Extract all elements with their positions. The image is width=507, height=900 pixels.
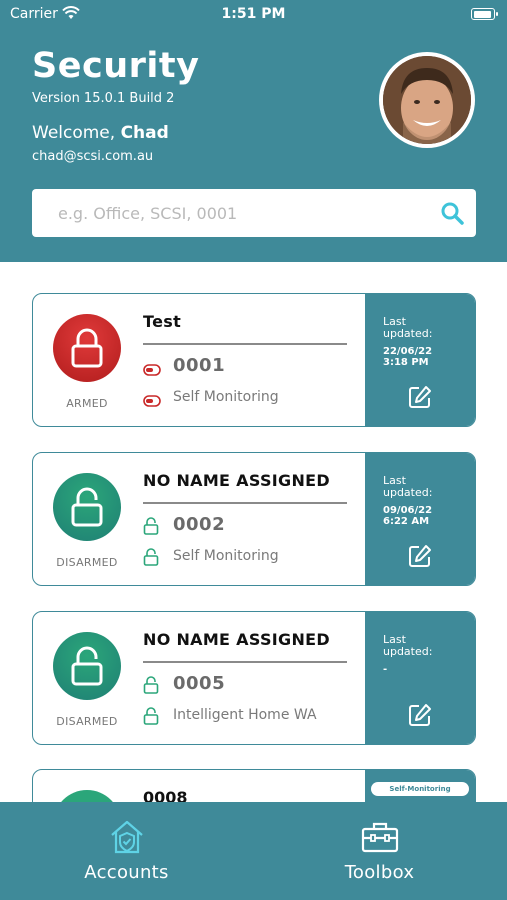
card-details: NO NAME ASSIGNED 0005 Intelligent Home W… <box>143 612 365 744</box>
card-update-panel: Last updated: 22/06/22 3:18 PM <box>365 294 475 426</box>
account-name: NO NAME ASSIGNED <box>143 471 330 490</box>
card-update-panel: Last updated: 09/06/22 6:22 AM <box>365 453 475 585</box>
monitoring-badge: Self-Monitoring <box>371 782 469 796</box>
last-updated-value: 22/06/22 3:18 PM <box>383 346 432 368</box>
monitoring-type: Self Monitoring <box>173 389 279 405</box>
state-label: ARMED <box>66 397 108 410</box>
last-updated-time: 3:18 PM <box>383 357 429 368</box>
battery-icon <box>471 8 498 20</box>
account-name: NO NAME ASSIGNED <box>143 630 330 649</box>
version-label: Version 15.0.1 Build 2 <box>32 91 175 106</box>
monitoring-type: Self Monitoring <box>173 548 279 564</box>
card-update-panel: Last updated: - <box>365 612 475 744</box>
toggle-off-icon <box>143 392 161 411</box>
account-number: 0001 <box>173 355 226 376</box>
small-unlocked-icon <box>143 707 159 729</box>
user-email: chad@scsi.com.au <box>32 149 154 164</box>
account-card[interactable]: DISARMED NO NAME ASSIGNED 0002 Self Moni… <box>32 452 476 586</box>
card-status: ARMED <box>33 294 143 426</box>
last-updated-date: - <box>383 664 388 675</box>
divider <box>143 661 347 663</box>
divider <box>143 343 347 345</box>
state-label: DISARMED <box>56 556 118 569</box>
monitoring-type: Intelligent Home WA <box>173 707 317 723</box>
last-updated-value: 09/06/22 6:22 AM <box>383 505 432 527</box>
tab-label: Accounts <box>84 862 169 883</box>
status-bar: Carrier 1:51 PM <box>0 0 507 30</box>
tab-bar: Accounts Toolbox <box>0 802 507 900</box>
last-updated-date: 09/06/22 <box>383 505 433 516</box>
card-details: Test 0001 Self Monitoring <box>143 294 365 426</box>
account-number: 0002 <box>173 514 226 535</box>
divider <box>143 502 347 504</box>
last-updated-label: Last updated: <box>383 315 433 340</box>
search-icon[interactable] <box>440 201 464 225</box>
last-updated-label: Last updated: <box>383 633 433 658</box>
welcome-prefix: Welcome, <box>32 123 116 143</box>
disarmed-status-circle <box>53 632 121 700</box>
state-label: DISARMED <box>56 715 118 728</box>
last-updated-time: 6:22 AM <box>383 516 430 527</box>
card-status: DISARMED <box>33 453 143 585</box>
small-unlocked-icon <box>143 517 159 539</box>
card-details: NO NAME ASSIGNED 0002 Self Monitoring <box>143 453 365 585</box>
search-bar <box>32 189 476 237</box>
account-number: 0005 <box>173 673 226 694</box>
last-updated-date: 22/06/22 <box>383 346 433 357</box>
account-card[interactable]: DISARMED NO NAME ASSIGNED 0005 Intellige… <box>32 611 476 745</box>
tab-toolbox[interactable]: Toolbox <box>253 802 506 900</box>
welcome-text: Welcome, Chad <box>32 123 169 143</box>
account-card[interactable]: ARMED Test 0001 Self Monitoring Last upd… <box>32 293 476 427</box>
toolbox-icon <box>360 818 400 860</box>
avatar[interactable] <box>379 52 475 148</box>
house-shield-icon <box>108 818 146 860</box>
tab-label: Toolbox <box>344 862 415 883</box>
card-status: DISARMED <box>33 612 143 744</box>
tab-accounts[interactable]: Accounts <box>0 802 253 900</box>
armed-status-circle <box>53 314 121 382</box>
last-updated-value: - <box>383 664 387 675</box>
header: Carrier 1:51 PM Security Version 15.0.1 … <box>0 0 507 262</box>
avatar-photo <box>383 56 471 144</box>
disarmed-status-circle <box>53 473 121 541</box>
search-input[interactable] <box>32 189 432 237</box>
small-unlocked-icon <box>143 548 159 570</box>
clock: 1:51 PM <box>221 6 286 22</box>
account-name: Test <box>143 312 182 331</box>
edit-icon[interactable] <box>407 384 433 410</box>
user-name: Chad <box>120 123 169 143</box>
last-updated-label: Last updated: <box>383 474 433 499</box>
edit-icon[interactable] <box>407 702 433 728</box>
page-title: Security <box>32 46 200 86</box>
toggle-off-icon <box>143 361 161 380</box>
small-unlocked-icon <box>143 676 159 698</box>
edit-icon[interactable] <box>407 543 433 569</box>
